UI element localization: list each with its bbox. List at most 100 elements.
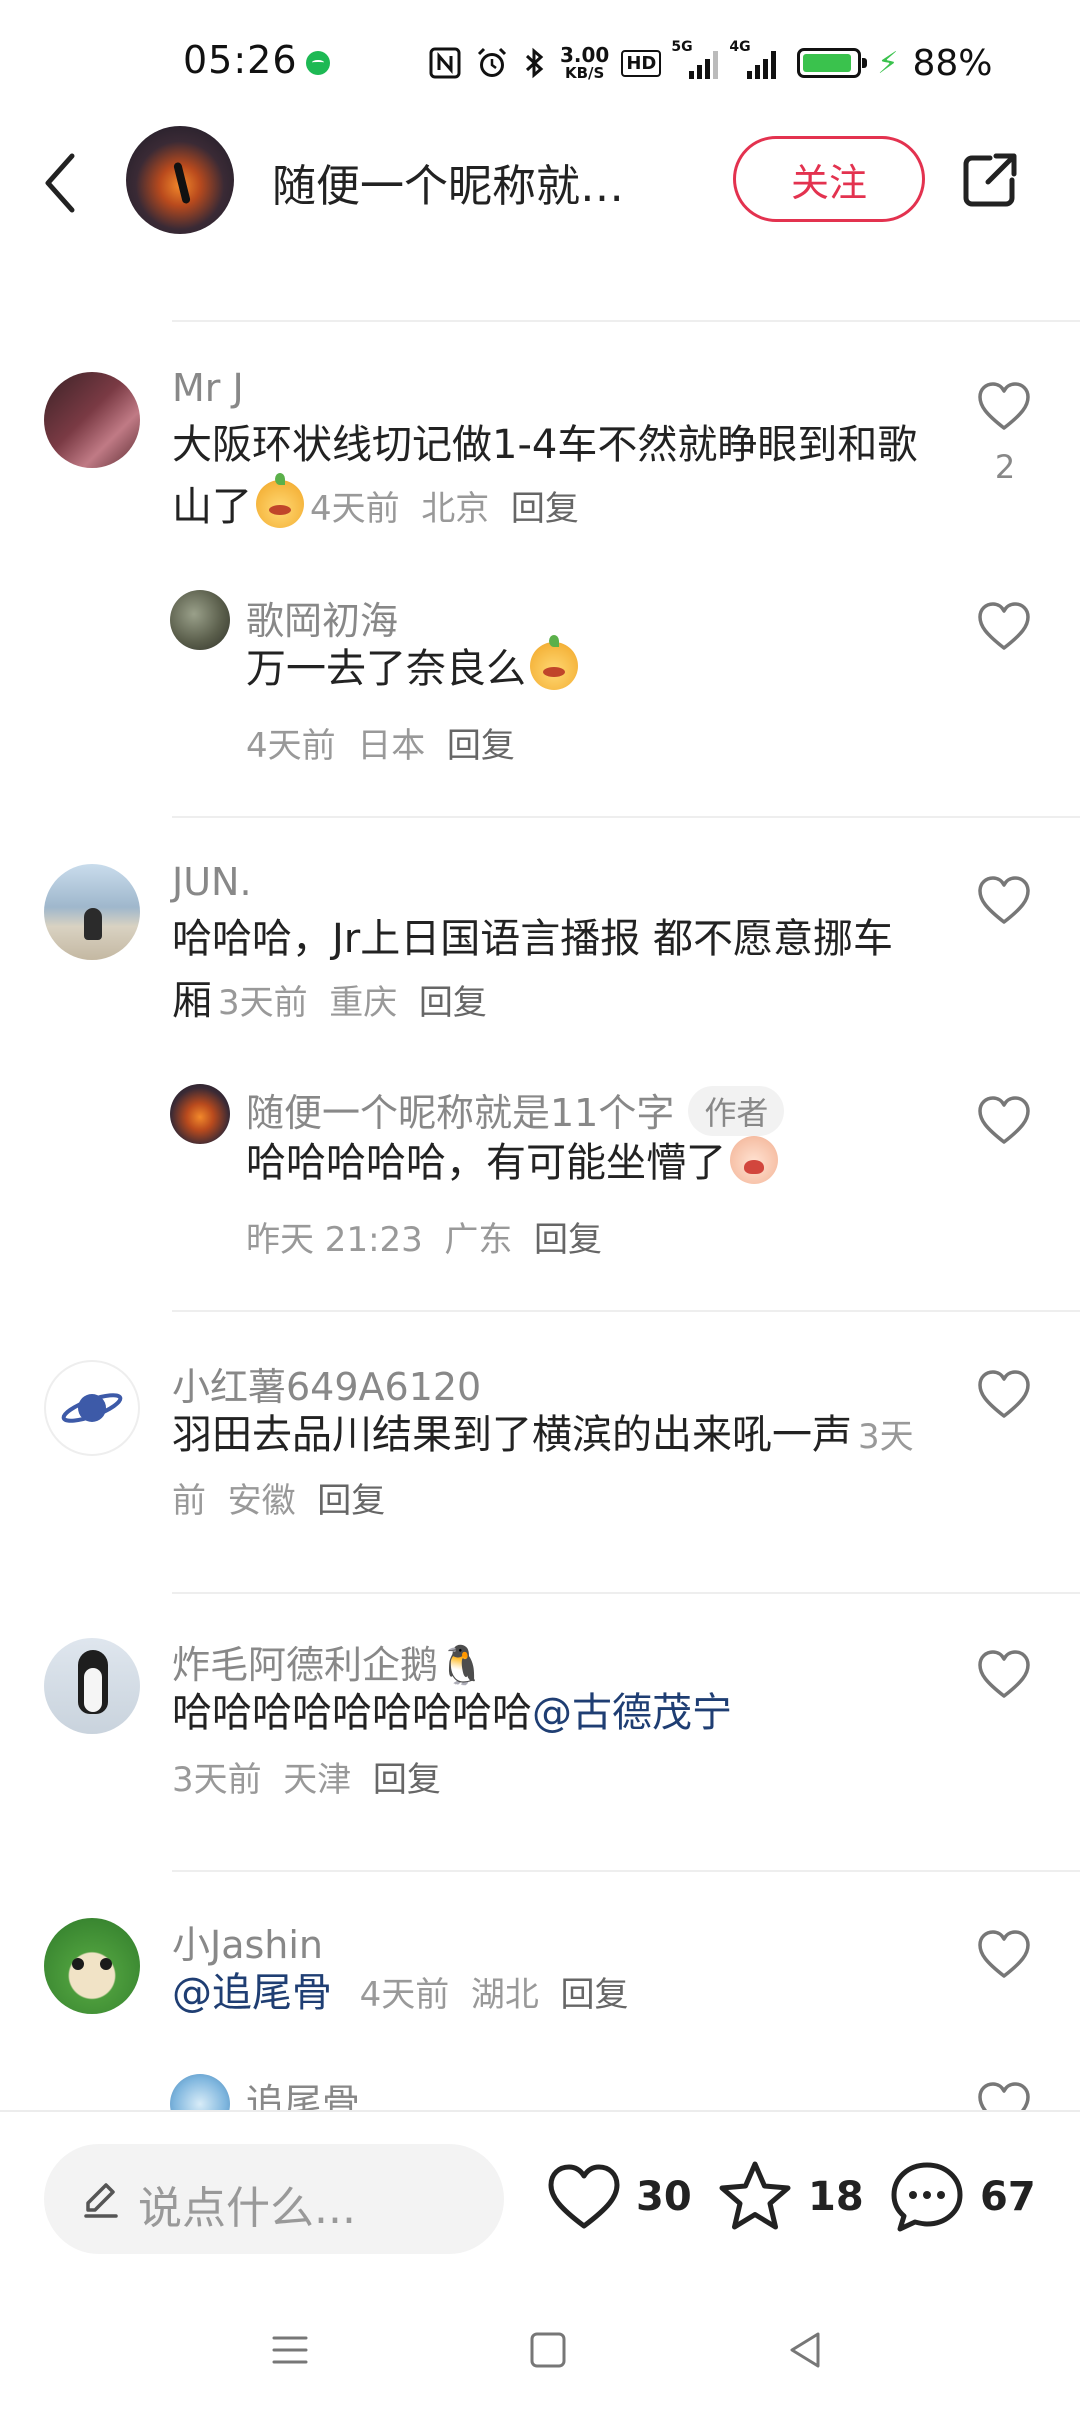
like-count: 2 xyxy=(994,448,1016,486)
comment-body[interactable]: @追尾骨 4天前 湖北 回复 xyxy=(172,1962,932,2026)
chevron-left-icon[interactable] xyxy=(40,148,80,218)
comment-body[interactable]: 哈哈哈，Jr上日国语言播报 都不愿意挪车厢 3天前 重庆 回复 xyxy=(172,908,932,1034)
alarm-icon xyxy=(477,47,507,77)
avatar[interactable] xyxy=(44,372,140,468)
status-icons: 3.00 KB/S HD 5G 4G ⚡ 88% xyxy=(428,38,992,88)
planet-icon xyxy=(61,1393,123,1423)
battery-percent: 88% xyxy=(912,42,993,84)
heart-icon[interactable] xyxy=(976,600,1032,652)
reply-author[interactable]: 追尾骨 xyxy=(246,2072,360,2110)
comment-time: 3天前 xyxy=(218,983,308,1023)
heart-icon[interactable] xyxy=(976,1648,1032,1700)
favorite-button[interactable]: 18 xyxy=(716,2152,864,2242)
heart-icon[interactable] xyxy=(976,1094,1032,1146)
star-icon xyxy=(719,2161,791,2230)
heart-icon[interactable] xyxy=(976,1928,1032,1980)
reply-region: 日本 xyxy=(357,726,426,766)
status-bar: 05:26 3.00 KB/S HD 5G 4G ⚡ 88% xyxy=(0,0,1080,120)
comment-region: 安徽 xyxy=(227,1481,296,1521)
network-speed-value: 3.00 xyxy=(560,43,610,67)
status-time: 05:26 xyxy=(183,38,298,82)
reply-meta: 昨天 21:23 广东 回复 xyxy=(246,1212,602,1261)
like-button[interactable]: 30 xyxy=(546,2152,692,2242)
reply-button[interactable]: 回复 xyxy=(511,489,579,529)
network-speed: 3.00 KB/S xyxy=(560,45,609,81)
comment-author[interactable]: 炸毛阿德利企鹅🐧 xyxy=(172,1634,485,1689)
comment-list[interactable]: Mr J 大阪环状线切记做1-4车不然就睁眼到和歌山了 4天前 北京 回复 2 歌… xyxy=(0,262,1080,2110)
post-header: 随便一个昵称就… 关注 xyxy=(0,120,1080,262)
avatar[interactable] xyxy=(44,864,140,960)
reply-text: 哈哈哈哈哈，有可能坐懵了 xyxy=(246,1140,726,1186)
reply-button[interactable]: 回复 xyxy=(373,1760,441,1800)
network-speed-unit: KB/S xyxy=(565,64,605,82)
heart-icon[interactable] xyxy=(976,380,1032,432)
pencil-icon xyxy=(84,2183,118,2218)
chat-bubble-icon xyxy=(891,2162,963,2232)
signal-4g-label: 4G xyxy=(729,39,751,55)
author-name[interactable]: 随便一个昵称就… xyxy=(272,150,682,214)
author-avatar[interactable] xyxy=(126,126,234,234)
reply-time: 4天前 xyxy=(246,726,336,766)
reply-body[interactable]: 万一去了奈良么 xyxy=(246,635,946,700)
comment-time: 4天前 xyxy=(310,489,400,529)
like-count: 30 xyxy=(636,2174,692,2220)
mention-link[interactable]: @古德茂宁 xyxy=(532,1690,732,1736)
reply-region: 广东 xyxy=(444,1220,513,1260)
comment-body[interactable]: 羽田去品川结果到了横滨的出来吼一声 3天前 安徽 回复 xyxy=(172,1404,932,1532)
comment-author[interactable]: JUN. xyxy=(172,860,252,904)
heart-icon[interactable] xyxy=(976,1368,1032,1420)
comment-region: 重庆 xyxy=(329,983,398,1023)
comment-region: 天津 xyxy=(283,1760,352,1800)
comment-body[interactable]: 大阪环状线切记做1-4车不然就睁眼到和歌山了 4天前 北京 回复 xyxy=(172,414,932,540)
comment-body[interactable]: 哈哈哈哈哈哈哈哈哈@古德茂宁 xyxy=(172,1682,932,1744)
reply-body[interactable]: 哈哈哈哈哈，有可能坐懵了 xyxy=(246,1132,946,1194)
reply-button[interactable]: 回复 xyxy=(447,726,515,766)
comment-button[interactable]: 67 xyxy=(888,2152,1036,2242)
signal-4g-icon: 4G xyxy=(729,39,777,79)
comment-time: 3天前 xyxy=(172,1760,262,1800)
divider xyxy=(172,1310,1080,1312)
comment-input-placeholder: 说点什么... xyxy=(138,2183,356,2234)
avatar[interactable] xyxy=(44,1360,140,1456)
reply-button[interactable]: 回复 xyxy=(561,1975,629,2015)
chick-emoji xyxy=(256,473,304,528)
charging-icon: ⚡ xyxy=(877,45,899,81)
mention-link[interactable]: @追尾骨 xyxy=(172,1970,332,2016)
back-triangle-icon[interactable] xyxy=(776,2320,836,2380)
spotify-icon xyxy=(306,51,330,75)
avatar[interactable] xyxy=(170,1084,230,1144)
heart-icon xyxy=(548,2164,620,2229)
comment-author[interactable]: Mr J xyxy=(172,366,244,410)
favorite-count: 18 xyxy=(808,2174,864,2220)
reply-button[interactable]: 回复 xyxy=(317,1481,385,1521)
reply-button[interactable]: 回复 xyxy=(419,983,487,1023)
follow-button[interactable]: 关注 xyxy=(733,136,925,222)
comment-input[interactable]: 说点什么... xyxy=(44,2144,504,2254)
reply-button[interactable]: 回复 xyxy=(534,1220,602,1260)
comment-text: 羽田去品川结果到了横滨的出来吼一声 xyxy=(172,1412,852,1458)
reply-author[interactable]: 随便一个昵称就是11个字 xyxy=(246,1091,674,1135)
avatar[interactable] xyxy=(44,1918,140,2014)
avatar[interactable] xyxy=(170,590,230,650)
comment-text: 哈哈哈哈哈哈哈哈哈 xyxy=(172,1690,532,1736)
home-square-icon[interactable] xyxy=(518,2320,578,2380)
comment-author[interactable]: 小红薯649A6120 xyxy=(172,1356,481,1411)
comment-meta: 3天前 天津 回复 xyxy=(172,1752,441,1801)
reply-time: 昨天 21:23 xyxy=(246,1220,423,1260)
heart-icon[interactable] xyxy=(976,2080,1032,2110)
avatar[interactable] xyxy=(44,1638,140,1734)
avatar[interactable] xyxy=(170,2074,230,2110)
crying-emoji xyxy=(730,1136,778,1184)
reply-author[interactable]: 歌岡初海 xyxy=(246,590,398,645)
comment-author[interactable]: 小Jashin xyxy=(172,1914,323,1969)
reply-author-line: 随便一个昵称就是11个字 作者 xyxy=(246,1082,785,1137)
share-icon[interactable] xyxy=(960,150,1020,210)
author-badge: 作者 xyxy=(688,1086,785,1136)
system-nav-bar xyxy=(0,2290,1080,2412)
divider xyxy=(172,1870,1080,1872)
divider xyxy=(172,816,1080,818)
comment-region: 湖北 xyxy=(470,1975,539,2015)
comment-time: 4天前 xyxy=(359,1975,450,2015)
menu-icon[interactable] xyxy=(260,2320,320,2380)
heart-icon[interactable] xyxy=(976,874,1032,926)
